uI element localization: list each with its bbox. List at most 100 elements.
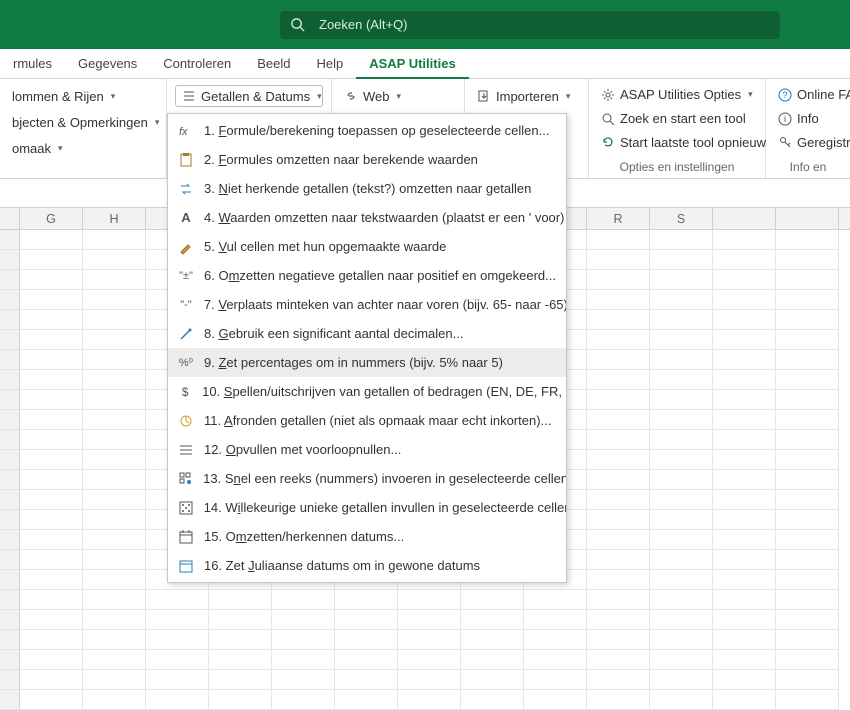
cell[interactable] xyxy=(20,530,83,550)
cell[interactable] xyxy=(650,430,713,450)
menu-item-15[interactable]: 16. Zet Juliaanse datums om in gewone da… xyxy=(168,551,566,580)
cell[interactable] xyxy=(650,350,713,370)
cell[interactable] xyxy=(83,590,146,610)
cell[interactable] xyxy=(146,670,209,690)
cell[interactable] xyxy=(83,450,146,470)
cell[interactable] xyxy=(776,270,839,290)
cell[interactable] xyxy=(0,690,20,710)
cell[interactable] xyxy=(335,690,398,710)
cell[interactable] xyxy=(587,430,650,450)
cell[interactable] xyxy=(0,610,20,630)
cell[interactable] xyxy=(20,610,83,630)
menu-item-1[interactable]: 2. Formules omzetten naar berekende waar… xyxy=(168,145,566,174)
cell[interactable] xyxy=(461,690,524,710)
cell[interactable] xyxy=(776,390,839,410)
cell[interactable] xyxy=(587,230,650,250)
cell[interactable] xyxy=(398,690,461,710)
cell[interactable] xyxy=(776,550,839,570)
menu-item-4[interactable]: 5. Vul cellen met hun opgemaakte waarde xyxy=(168,232,566,261)
cell[interactable] xyxy=(713,670,776,690)
tab-controleren[interactable]: Controleren xyxy=(150,49,244,79)
cell[interactable] xyxy=(0,450,20,470)
btn-objecten-opmerkingen[interactable]: bjecten & Opmerkingen▾ xyxy=(8,111,158,133)
cell[interactable] xyxy=(461,590,524,610)
cell[interactable] xyxy=(650,570,713,590)
cell[interactable] xyxy=(587,330,650,350)
cell[interactable] xyxy=(587,590,650,610)
cell[interactable] xyxy=(776,250,839,270)
cell[interactable] xyxy=(713,570,776,590)
tab-formules[interactable]: rmules xyxy=(0,49,65,79)
cell[interactable] xyxy=(524,610,587,630)
cell[interactable] xyxy=(587,450,650,470)
cell[interactable] xyxy=(83,430,146,450)
cell[interactable] xyxy=(713,350,776,370)
cell[interactable] xyxy=(0,250,20,270)
cell[interactable] xyxy=(587,630,650,650)
cell[interactable] xyxy=(650,530,713,550)
cell[interactable] xyxy=(20,290,83,310)
cell[interactable] xyxy=(272,650,335,670)
cell[interactable] xyxy=(587,670,650,690)
cell[interactable] xyxy=(776,510,839,530)
cell[interactable] xyxy=(0,630,20,650)
cell[interactable] xyxy=(20,310,83,330)
cell[interactable] xyxy=(776,330,839,350)
cell[interactable] xyxy=(20,490,83,510)
menu-item-12[interactable]: 13. Snel een reeks (nummers) invoeren in… xyxy=(168,464,566,493)
col-header[interactable]: R xyxy=(587,208,650,229)
cell[interactable] xyxy=(587,610,650,630)
cell[interactable] xyxy=(587,690,650,710)
cell[interactable] xyxy=(20,650,83,670)
cell[interactable] xyxy=(209,590,272,610)
menu-item-8[interactable]: %⁰9. Zet percentages om in nummers (bijv… xyxy=(168,348,566,377)
cell[interactable] xyxy=(20,450,83,470)
cell[interactable] xyxy=(83,330,146,350)
cell[interactable] xyxy=(335,590,398,610)
cell[interactable] xyxy=(146,690,209,710)
btn-geregistreerd[interactable]: Geregistre xyxy=(774,132,842,152)
cell[interactable] xyxy=(587,290,650,310)
cell[interactable] xyxy=(83,650,146,670)
cell[interactable] xyxy=(461,610,524,630)
cell[interactable] xyxy=(146,590,209,610)
cell[interactable] xyxy=(650,290,713,310)
cell[interactable] xyxy=(650,310,713,330)
cell[interactable] xyxy=(272,590,335,610)
cell[interactable] xyxy=(587,490,650,510)
cell[interactable] xyxy=(650,630,713,650)
cell[interactable] xyxy=(776,590,839,610)
cell[interactable] xyxy=(776,430,839,450)
cell[interactable] xyxy=(713,510,776,530)
cell[interactable] xyxy=(650,330,713,350)
cell[interactable] xyxy=(713,550,776,570)
cell[interactable] xyxy=(776,470,839,490)
cell[interactable] xyxy=(0,230,20,250)
cell[interactable] xyxy=(713,490,776,510)
cell[interactable] xyxy=(83,390,146,410)
cell[interactable] xyxy=(776,410,839,430)
cell[interactable] xyxy=(83,610,146,630)
col-header[interactable] xyxy=(776,208,839,229)
cell[interactable] xyxy=(398,630,461,650)
col-header[interactable]: H xyxy=(83,208,146,229)
cell[interactable] xyxy=(83,530,146,550)
cell[interactable] xyxy=(83,570,146,590)
cell[interactable] xyxy=(335,630,398,650)
cell[interactable] xyxy=(272,630,335,650)
cell[interactable] xyxy=(0,310,20,330)
cell[interactable] xyxy=(713,290,776,310)
cell[interactable] xyxy=(713,630,776,650)
search-box[interactable]: Zoeken (Alt+Q) xyxy=(280,11,780,39)
cell[interactable] xyxy=(461,670,524,690)
cell[interactable] xyxy=(83,550,146,570)
cell[interactable] xyxy=(776,650,839,670)
cell[interactable] xyxy=(20,550,83,570)
cell[interactable] xyxy=(335,670,398,690)
cell[interactable] xyxy=(587,410,650,430)
cell[interactable] xyxy=(713,250,776,270)
menu-item-5[interactable]: "±"6. Omzetten negatieve getallen naar p… xyxy=(168,261,566,290)
btn-info[interactable]: i Info xyxy=(774,109,842,129)
cell[interactable] xyxy=(209,630,272,650)
cell[interactable] xyxy=(776,350,839,370)
